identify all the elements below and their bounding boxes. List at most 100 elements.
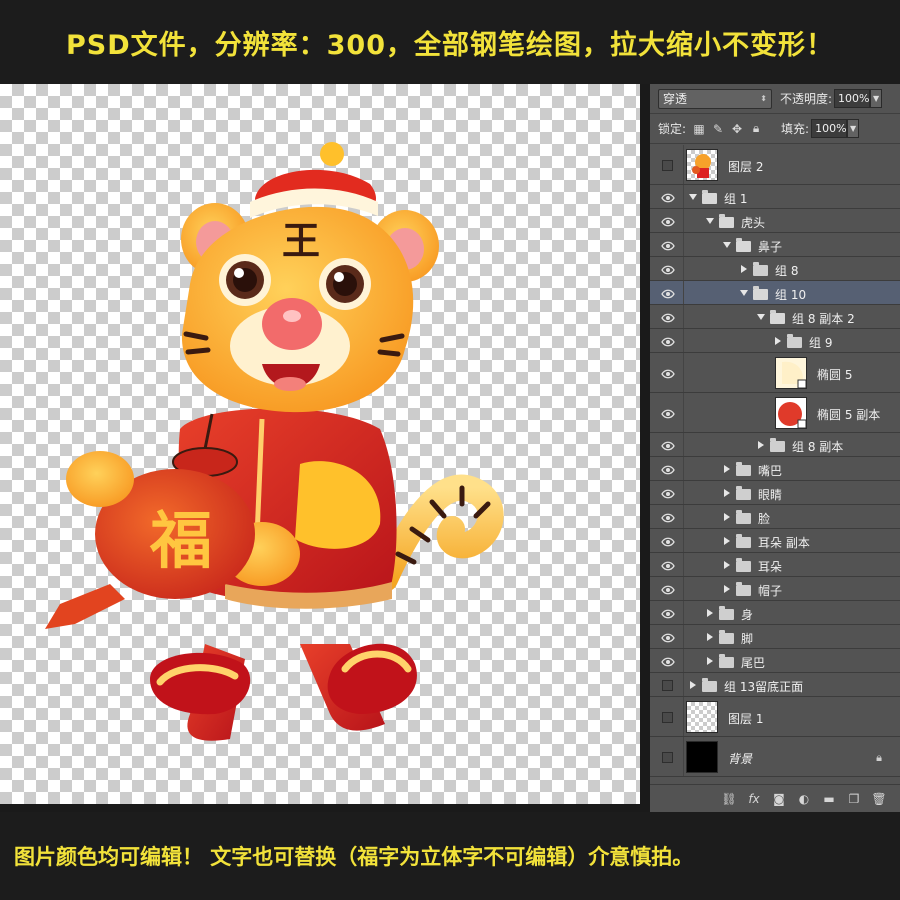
layer-row[interactable]: 尾巴 [650,649,900,673]
visibility-eye-icon[interactable] [661,240,675,251]
visibility-eye-icon[interactable] [661,408,675,419]
visibility-eye-icon[interactable] [661,464,675,475]
expand-triangle-closed-icon[interactable] [724,585,730,593]
expand-triangle-open-icon[interactable] [689,194,697,200]
tiger-illustration: 福 王 [45,142,504,741]
nose [262,298,322,350]
lock-image-pixels-icon[interactable]: ✎ [711,122,725,136]
expand-triangle-closed-icon[interactable] [707,633,713,641]
folder-icon [736,461,751,476]
visibility-toggle[interactable] [662,159,673,171]
visibility-toggle[interactable] [662,679,673,691]
folder-icon [736,533,751,548]
fill-input[interactable]: 100% [811,119,848,138]
lock-position-icon[interactable]: ✥ [730,122,744,136]
expand-triangle-closed-icon[interactable] [707,657,713,665]
visibility-eye-icon[interactable] [661,216,675,227]
expand-triangle-closed-icon[interactable] [707,609,713,617]
new-layer-icon[interactable]: ❐ [847,792,861,806]
visibility-eye-icon[interactable] [661,264,675,275]
layer-row[interactable]: 组 13留底正面 [650,673,900,697]
visibility-eye-icon[interactable] [661,608,675,619]
delete-layer-icon[interactable]: 🗑︎ [871,792,886,806]
expand-triangle-closed-icon[interactable] [741,265,747,273]
expand-triangle-closed-icon[interactable] [775,337,781,345]
layer-row[interactable]: 组 8 [650,257,900,281]
layer-row[interactable]: 组 9 [650,329,900,353]
opacity-dropdown-icon[interactable]: ▼ [870,89,883,108]
visibility-eye-icon[interactable] [661,368,675,379]
expand-triangle-closed-icon[interactable] [724,513,730,521]
layer-row[interactable]: 虎头 [650,209,900,233]
folder-icon [770,309,785,324]
adjustment-layer-icon[interactable]: ◐ [797,792,811,806]
layer-row[interactable]: 图层 1 [650,697,900,737]
visibility-eye-icon[interactable] [661,488,675,499]
expand-triangle-open-icon[interactable] [723,242,731,248]
visibility-eye-icon[interactable] [661,336,675,347]
layer-name: 背景 [728,751,753,766]
visibility-eye-icon[interactable] [661,440,675,451]
expand-triangle-open-icon[interactable] [706,218,714,224]
visibility-eye-icon[interactable] [661,584,675,595]
lock-fill-row: 锁定: ▦ ✎ ✥ 🔒︎ 填充: 100% ▼ [650,114,900,144]
visibility-eye-icon[interactable] [661,512,675,523]
folder-icon [770,437,785,452]
layer-row[interactable]: 眼睛 [650,481,900,505]
top-banner: PSD文件，分辨率：300，全部钢笔绘图，拉大缩小不变形！ [0,0,900,84]
layer-row[interactable]: 鼻子 [650,233,900,257]
layer-name: 脸 [758,511,771,526]
layer-row[interactable]: 组 10 [650,281,900,305]
layer-name: 鼻子 [758,239,783,254]
expand-triangle-closed-icon[interactable] [724,489,730,497]
canvas-bottom-gap [0,804,650,812]
document-canvas[interactable]: 福 王 [0,84,640,804]
layer-lock-icon: 🔒︎ [876,750,882,764]
layer-row[interactable]: 脚 [650,625,900,649]
visibility-eye-icon[interactable] [661,312,675,323]
visibility-eye-icon[interactable] [661,656,675,667]
lock-all-icon[interactable]: 🔒︎ [749,121,763,136]
tail [372,474,504,592]
visibility-toggle[interactable] [662,711,673,723]
layer-row[interactable]: 身 [650,601,900,625]
layer-row[interactable]: 图层 2 [650,145,900,185]
expand-triangle-closed-icon[interactable] [724,537,730,545]
layer-name: 图层 1 [728,711,764,726]
fill-dropdown-icon[interactable]: ▼ [847,119,860,138]
expand-triangle-closed-icon[interactable] [724,561,730,569]
link-layers-icon[interactable]: ⛓︎ [721,792,736,806]
layer-row[interactable]: 耳朵 [650,553,900,577]
opacity-input[interactable]: 100% [834,89,871,108]
layer-row[interactable]: 背景 🔒︎ [650,737,900,777]
layer-name: 组 9 [809,335,833,350]
layer-row[interactable]: 组 8 副本 [650,433,900,457]
visibility-eye-icon[interactable] [661,560,675,571]
visibility-toggle[interactable] [662,751,673,763]
expand-triangle-open-icon[interactable] [757,314,765,320]
lantern-tassel [45,584,125,629]
layer-row[interactable]: 嘴巴 [650,457,900,481]
expand-triangle-closed-icon[interactable] [724,465,730,473]
visibility-eye-icon[interactable] [661,632,675,643]
layer-row[interactable]: 椭圆 5 [650,353,900,393]
layer-row[interactable]: 组 1 [650,185,900,209]
visibility-eye-icon[interactable] [661,536,675,547]
layer-row[interactable]: 帽子 [650,577,900,601]
visibility-eye-icon[interactable] [661,192,675,203]
bottom-banner: 图片颜色均可编辑！ 文字也可替换（福字为立体字不可编辑）介意慎拍。 [0,812,900,900]
layer-style-fx-icon[interactable]: fx [747,792,761,806]
new-group-icon[interactable]: ▬ [822,792,836,806]
expand-triangle-closed-icon[interactable] [690,681,696,689]
lock-transparent-pixels-icon[interactable]: ▦ [692,122,706,136]
canvas-gap [640,84,650,812]
layer-row[interactable]: 组 8 副本 2 [650,305,900,329]
layer-row[interactable]: 耳朵 副本 [650,529,900,553]
layer-row[interactable]: 脸 [650,505,900,529]
expand-triangle-open-icon[interactable] [740,290,748,296]
add-mask-icon[interactable]: ◙ [772,792,786,806]
expand-triangle-closed-icon[interactable] [758,441,764,449]
visibility-eye-icon[interactable] [661,288,675,299]
layer-row[interactable]: 椭圆 5 副本 [650,393,900,433]
blend-mode-select[interactable]: 穿透 ⬍ [658,88,772,109]
